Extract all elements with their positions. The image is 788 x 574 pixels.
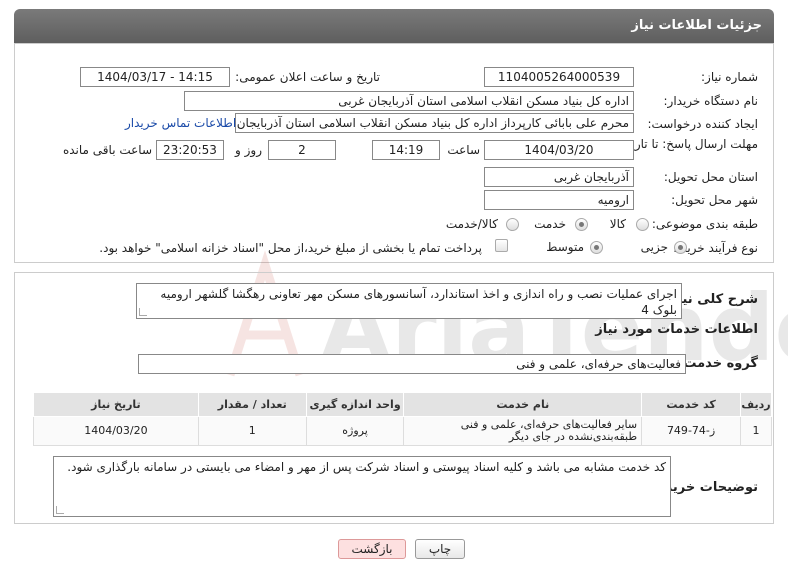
need-number-field: 1104005264000539: [484, 67, 634, 87]
service-group-field: فعالیت‌های حرفه‌ای، علمی و فنی: [138, 354, 686, 374]
creator-field: محرم علی بابائی کارپرداز اداره کل بنیاد …: [235, 113, 634, 133]
cell-row: 1: [740, 416, 772, 446]
time-label: ساعت: [447, 143, 480, 157]
process-radio-medium[interactable]: [590, 241, 603, 254]
col-unit: واحد اندازه گیری: [305, 392, 405, 417]
city-label: شهر محل تحویل:: [671, 193, 758, 207]
cell-service-code: ز-74-749: [641, 416, 742, 446]
cell-service-name: سایر فعالیت‌های حرفه‌ای، علمی و فنی طبقه…: [403, 416, 643, 446]
buyer-org-label: نام دستگاه خریدار:: [663, 94, 759, 108]
col-need-date: تاریخ نیاز: [33, 392, 199, 417]
page-title: جزئیات اطلاعات نیاز: [14, 9, 774, 43]
category-option-service: خدمت: [534, 217, 566, 231]
deadline-time-field: 14:19: [372, 140, 440, 160]
process-radio-minor[interactable]: [674, 241, 687, 254]
province-label: استان محل تحویل:: [663, 170, 758, 184]
print-button[interactable]: چاپ: [415, 539, 465, 559]
category-label: طبقه بندی موضوعی:: [651, 217, 758, 231]
services-section-title: اطلاعات خدمات مورد نیاز: [595, 322, 758, 337]
contact-buyer-link[interactable]: اطلاعات تماس خریدار: [125, 116, 236, 130]
category-option-goods: کالا: [609, 217, 626, 231]
col-quantity: تعداد / مقدار: [197, 392, 307, 417]
deadline-label-text: مهلت ارسال پاسخ: تا تاریخ:: [619, 137, 758, 151]
back-button[interactable]: بازگشت: [338, 539, 406, 559]
description-content: اجرای عملیات نصب و راه اندازی و اخذ استا…: [160, 287, 677, 317]
col-service-code: کد خدمت: [641, 392, 742, 417]
payment-note: پرداخت تمام یا بخشی از مبلغ خرید،از محل …: [99, 241, 482, 255]
city-field: ارومیه: [484, 190, 634, 210]
buyer-org-field: اداره کل بنیاد مسکن انقلاب اسلامی استان …: [184, 91, 634, 111]
category-radio-service[interactable]: [575, 218, 588, 231]
buyer-notes-text[interactable]: کد خدمت مشابه می باشد و کلیه اسناد پیوست…: [53, 456, 671, 517]
services-table: ردیف کد خدمت نام خدمت واحد اندازه گیری ت…: [33, 392, 772, 446]
remaining-label: ساعت باقی مانده: [62, 143, 152, 157]
announce-label: تاریخ و ساعت اعلان عمومی:: [235, 70, 380, 84]
service-group-label: گروه خدمت:: [678, 356, 758, 371]
col-row: ردیف: [740, 392, 772, 417]
need-number-label: شماره نیاز:: [701, 70, 758, 84]
buyer-notes-content: کد خدمت مشابه می باشد و کلیه اسناد پیوست…: [67, 460, 666, 474]
table-header-row: ردیف کد خدمت نام خدمت واحد اندازه گیری ت…: [33, 392, 772, 417]
process-option-minor: جزیی: [640, 240, 668, 254]
days-label: روز و: [235, 143, 262, 157]
resize-handle-icon[interactable]: [56, 506, 64, 514]
table-row: 1 ز-74-749 سایر فعالیت‌های حرفه‌ای، علمی…: [33, 416, 772, 446]
process-option-medium: متوسط: [546, 240, 584, 254]
deadline-date-field: 1404/03/20: [484, 140, 634, 160]
remaining-time-field: 23:20:53: [156, 140, 224, 160]
resize-handle-icon[interactable]: [139, 308, 147, 316]
description-text[interactable]: اجرای عملیات نصب و راه اندازی و اخذ استا…: [136, 283, 682, 319]
category-radio-goods[interactable]: [636, 218, 649, 231]
cell-unit: پروژه: [305, 416, 405, 446]
category-radio-goods-service[interactable]: [506, 218, 519, 231]
province-field: آذربایجان غربی: [484, 167, 634, 187]
category-option-goods-service: کالا/خدمت: [445, 217, 498, 231]
announce-field: 1404/03/17 - 14:15: [80, 67, 230, 87]
days-field: 2: [268, 140, 336, 160]
cell-need-date: 1404/03/20: [33, 416, 199, 446]
creator-label: ایجاد کننده درخواست:: [647, 117, 758, 131]
col-service-name: نام خدمت: [403, 392, 643, 417]
treasury-payment-checkbox[interactable]: [495, 239, 508, 252]
cell-quantity: 1: [197, 416, 307, 446]
deadline-label: مهلت ارسال پاسخ: تا تاریخ:: [620, 137, 758, 151]
